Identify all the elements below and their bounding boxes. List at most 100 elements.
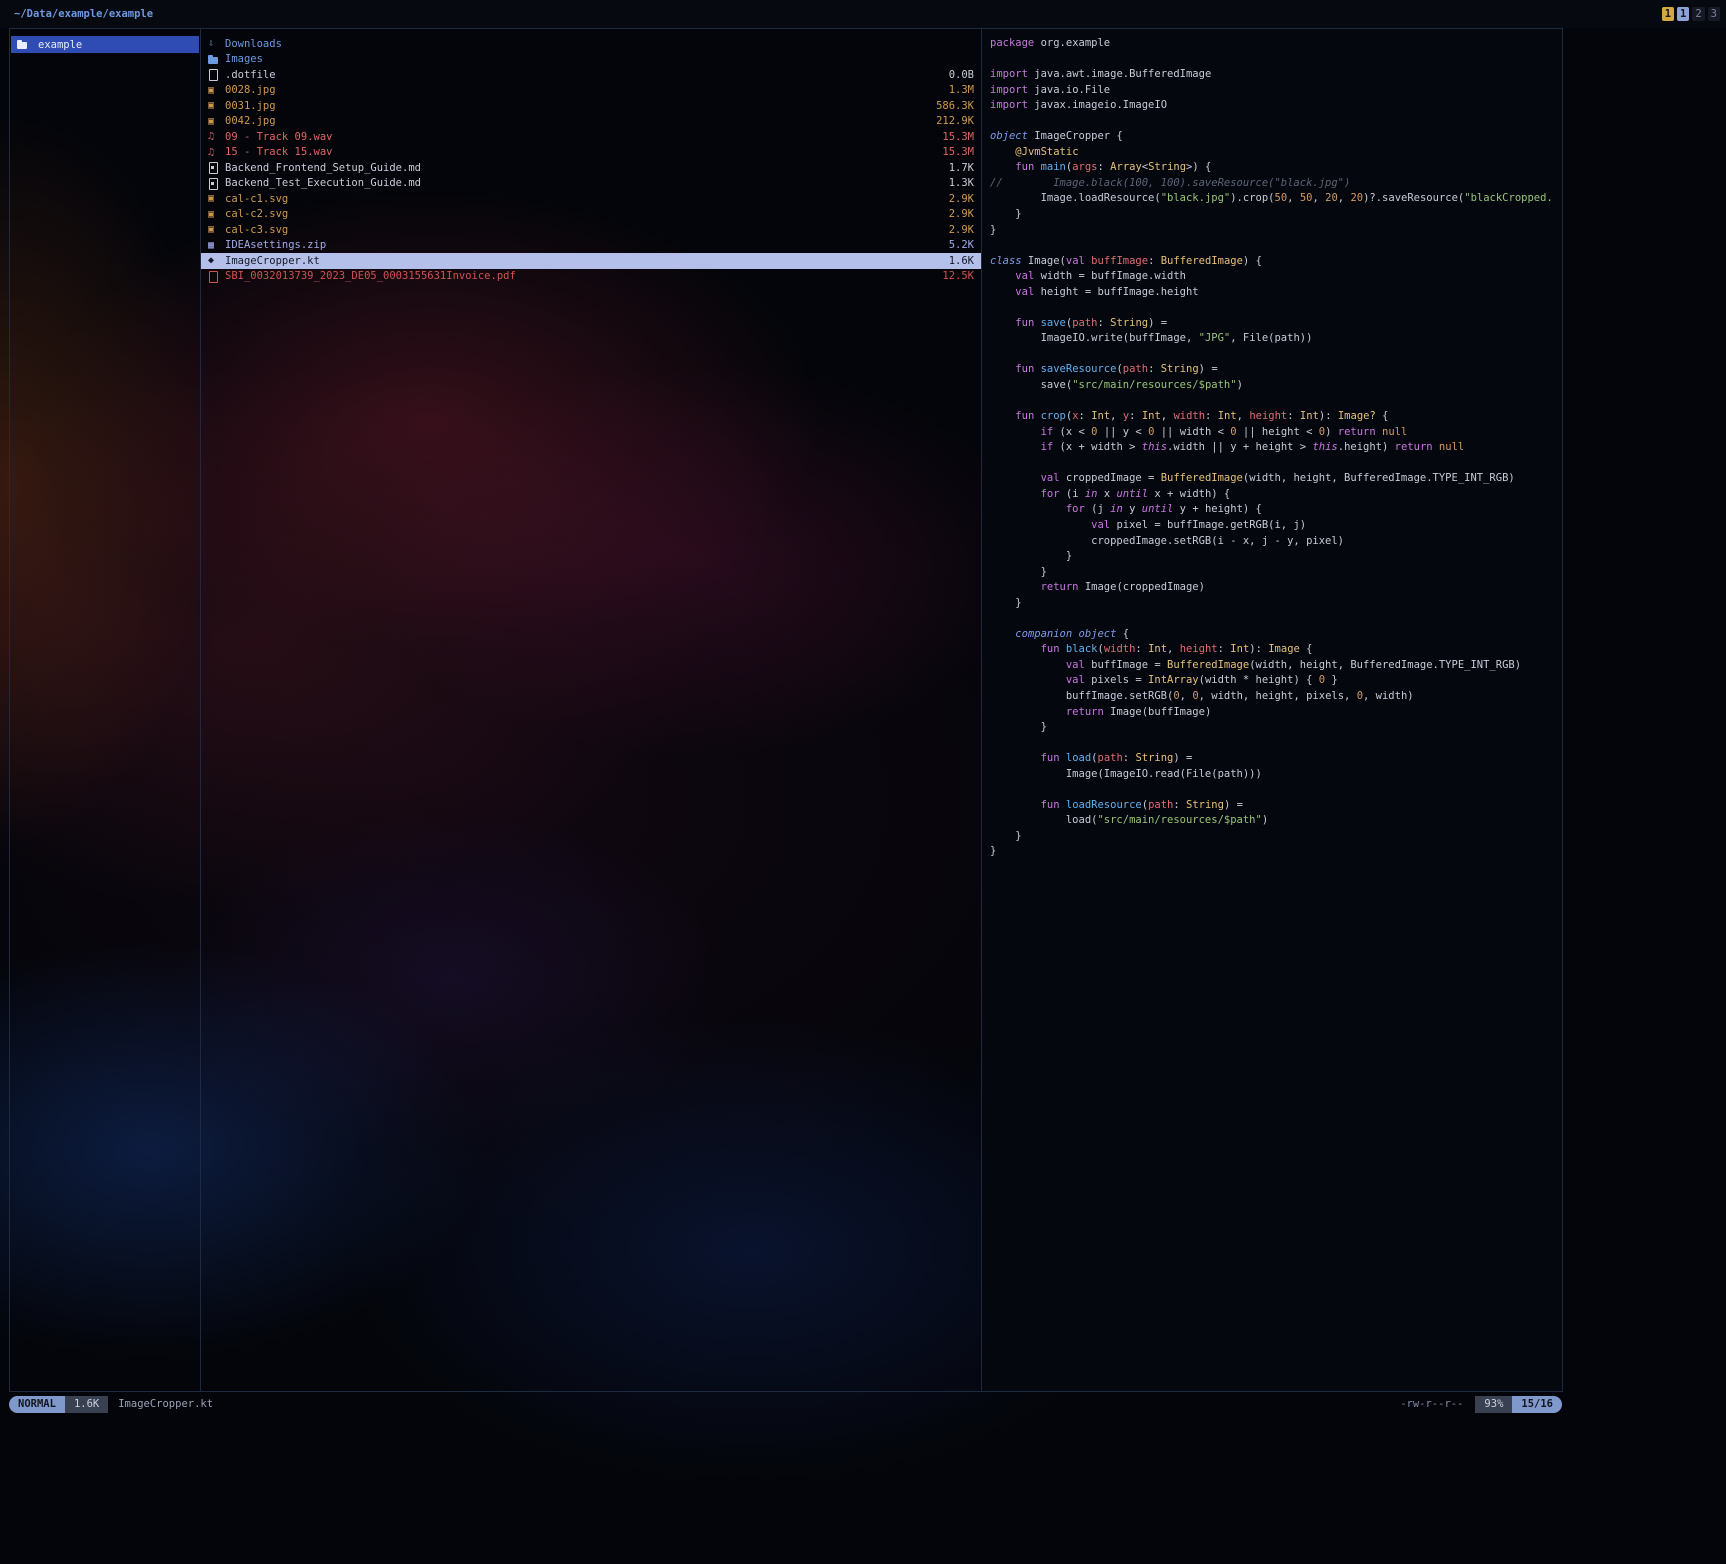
file-name: 09 - Track 09.wav <box>225 131 332 143</box>
file-name: ImageCropper.kt <box>225 255 320 267</box>
file-size: 15.3M <box>942 146 974 158</box>
file-row[interactable]: .dotfile0.0B <box>201 67 981 83</box>
file-row[interactable]: ▣cal-c2.svg2.9K <box>201 207 981 223</box>
status-filename: ImageCropper.kt <box>118 1398 213 1410</box>
file-name: cal-c1.svg <box>225 193 288 205</box>
file-row[interactable]: Images <box>201 52 981 68</box>
tab-2[interactable]: 1 <box>1677 7 1689 21</box>
status-right: -rw-r--r-- 93% 15/16 <box>1400 1394 1562 1414</box>
code-line: @JvmStatic <box>990 145 1562 161</box>
code-line: val height = buffImage.height <box>990 285 1562 301</box>
markdown-icon <box>208 176 225 191</box>
code-line: class Image(val buffImage: BufferedImage… <box>990 254 1562 270</box>
code-line <box>990 394 1562 410</box>
audio-icon: ♫ <box>208 129 225 144</box>
code-line: object ImageCropper { <box>990 129 1562 145</box>
parent-list: example <box>10 36 200 53</box>
file-name: 0031.jpg <box>225 100 276 112</box>
code-line: } <box>990 844 1562 860</box>
file-size: 586.3K <box>936 100 974 112</box>
folder-icon <box>208 52 225 67</box>
file-name: 0042.jpg <box>225 115 276 127</box>
tab-indicators: 1123 <box>1662 7 1720 21</box>
code-line: } <box>990 565 1562 581</box>
file-size: 212.9K <box>936 115 974 127</box>
file-row[interactable]: ⇩Downloads <box>201 36 981 52</box>
code-lines: package org.exampleimport java.awt.image… <box>990 36 1562 860</box>
file-size: 1.3M <box>949 84 974 96</box>
image-icon: ▣ <box>208 114 225 129</box>
file-list: ⇩DownloadsImages.dotfile0.0B▣0028.jpg1.3… <box>201 36 981 284</box>
file-name: .dotfile <box>225 69 276 81</box>
file-row[interactable]: ▣cal-c3.svg2.9K <box>201 222 981 238</box>
file-row[interactable]: ▣0042.jpg 212.9K <box>201 114 981 130</box>
code-line: Image.loadResource("black.jpg").crop(50,… <box>990 191 1562 207</box>
parent-pane: example <box>10 29 201 1391</box>
code-line <box>990 114 1562 130</box>
code-line <box>990 238 1562 254</box>
file-row[interactable]: SBI_0032013739_2023_DE05_0003155631Invoi… <box>201 269 981 285</box>
file-name: Backend_Frontend_Setup_Guide.md <box>225 162 421 174</box>
code-line: val width = buffImage.width <box>990 269 1562 285</box>
code-line: } <box>990 720 1562 736</box>
code-line: val pixel = buffImage.getRGB(i, j) <box>990 518 1562 534</box>
code-line: croppedImage.setRGB(i - x, j - y, pixel) <box>990 534 1562 550</box>
code-line: fun loadResource(path: String) = <box>990 798 1562 814</box>
file-name: Backend_Test_Execution_Guide.md <box>225 177 421 189</box>
code-line: ImageIO.write(buffImage, "JPG", File(pat… <box>990 331 1562 347</box>
file-size: 1.7K <box>949 162 974 174</box>
code-line: } <box>990 596 1562 612</box>
file-name: cal-c3.svg <box>225 224 288 236</box>
cwd-path: ~/Data/example/example <box>14 0 153 28</box>
code-line: package org.example <box>990 36 1562 52</box>
preview-pane: package org.exampleimport java.awt.image… <box>982 29 1562 1391</box>
file-name: Images <box>225 53 263 65</box>
tab-1[interactable]: 1 <box>1662 7 1674 21</box>
code-line: load("src/main/resources/$path") <box>990 813 1562 829</box>
code-line: import javax.imageio.ImageIO <box>990 98 1562 114</box>
file-size: 15.3M <box>942 131 974 143</box>
file-name: cal-c2.svg <box>225 208 288 220</box>
file-row[interactable]: ▣0028.jpg1.3M <box>201 83 981 99</box>
code-line <box>990 782 1562 798</box>
status-left: NORMAL 1.6K ImageCropper.kt <box>9 1394 213 1414</box>
permissions-text: -rw-r--r-- <box>1400 1398 1463 1410</box>
file-size-badge: 1.6K <box>65 1396 108 1413</box>
file-row[interactable]: Backend_Test_Execution_Guide.md1.3K <box>201 176 981 192</box>
kotlin-icon: ◆ <box>208 253 225 268</box>
file-row[interactable]: Backend_Frontend_Setup_Guide.md 1.7K <box>201 160 981 176</box>
file-row[interactable]: ▣0031.jpg 586.3K <box>201 98 981 114</box>
file-size: 2.9K <box>949 208 974 220</box>
code-line <box>990 300 1562 316</box>
code-line: return Image(croppedImage) <box>990 580 1562 596</box>
file-row[interactable]: ▦IDEAsettings.zip5.2K <box>201 238 981 254</box>
tab-3[interactable]: 2 <box>1692 7 1704 21</box>
file-name: 15 - Track 15.wav <box>225 146 332 158</box>
code-line: } <box>990 549 1562 565</box>
mode-badge: NORMAL <box>9 1396 65 1413</box>
code-line: for (j in y until y + height) { <box>990 502 1562 518</box>
file-name: SBI_0032013739_2023_DE05_0003155631Invoi… <box>225 270 516 282</box>
image-icon: ▣ <box>208 98 225 113</box>
code-line <box>990 611 1562 627</box>
file-row[interactable]: ♫09 - Track 09.wav 15.3M <box>201 129 981 145</box>
code-line: } <box>990 829 1562 845</box>
tab-4[interactable]: 3 <box>1708 7 1720 21</box>
file-row[interactable]: ♫15 - Track 15.wav15.3M <box>201 145 981 161</box>
file-manager-panes: example ⇩DownloadsImages.dotfile0.0B▣002… <box>9 28 1563 1392</box>
file-row[interactable]: ▣cal-c1.svg2.9K <box>201 191 981 207</box>
current-pane: ⇩DownloadsImages.dotfile0.0B▣0028.jpg1.3… <box>201 29 982 1391</box>
download-icon: ⇩ <box>208 36 225 51</box>
markdown-icon <box>208 160 225 175</box>
parent-item[interactable]: example <box>11 36 199 53</box>
code-line: } <box>990 223 1562 239</box>
file-size: 1.6K <box>949 255 974 267</box>
file-name: 0028.jpg <box>225 84 276 96</box>
code-line <box>990 456 1562 472</box>
file-row[interactable]: ◆ImageCropper.kt 1.6K <box>201 253 981 269</box>
code-line: save("src/main/resources/$path") <box>990 378 1562 394</box>
code-line: for (i in x until x + width) { <box>990 487 1562 503</box>
status-bar: NORMAL 1.6K ImageCropper.kt -rw-r--r-- 9… <box>0 1394 1726 1414</box>
file-size: 12.5K <box>942 270 974 282</box>
code-line: return Image(buffImage) <box>990 705 1562 721</box>
